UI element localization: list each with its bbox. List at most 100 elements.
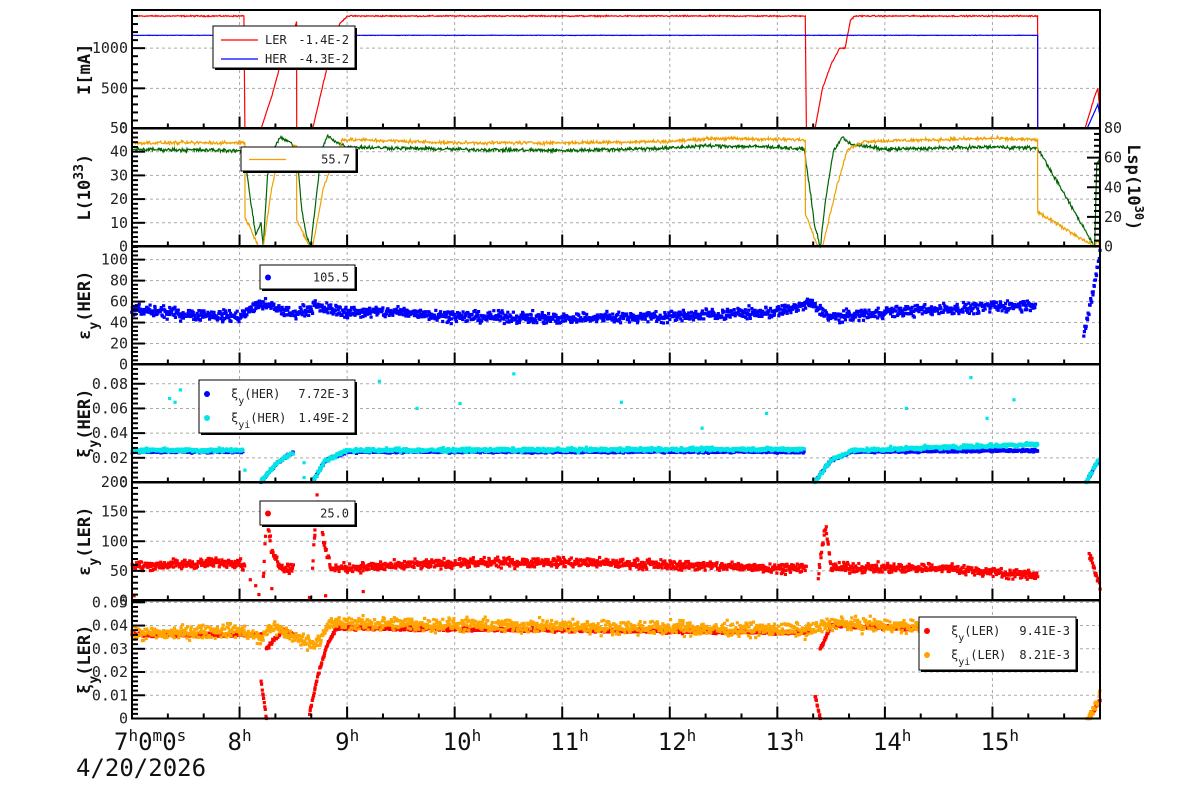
data-point [625, 312, 629, 316]
data-point [694, 309, 698, 314]
data-point [1082, 334, 1086, 338]
data-point [1090, 471, 1094, 475]
y-label-base: ε [75, 330, 95, 340]
legend-value: 105.5 [313, 271, 349, 285]
data-point [722, 310, 726, 314]
data-point [772, 312, 776, 316]
data-point [531, 309, 535, 313]
data-point [245, 313, 249, 317]
legend-dot-swatch [265, 274, 271, 281]
panel-frame [131, 127, 1101, 248]
data-point [857, 318, 861, 322]
data-point [961, 310, 965, 314]
y-axis-label: I[mA] [75, 44, 95, 95]
data-point [605, 309, 609, 313]
data-point [1094, 273, 1099, 278]
data-point [241, 448, 245, 452]
data-point [381, 306, 385, 310]
data-point [396, 305, 400, 309]
data-point [547, 311, 551, 316]
data-point [972, 312, 976, 316]
data-point [564, 318, 568, 323]
data-point [153, 306, 157, 310]
y-label-rest: ) [75, 154, 95, 164]
data-point [321, 462, 325, 466]
data-point [444, 315, 448, 319]
data-point [1036, 443, 1040, 447]
y-tick-label: 20 [110, 335, 128, 353]
data-point [646, 320, 650, 324]
data-point [191, 310, 195, 315]
data-point [294, 317, 298, 321]
y2-label-base: Lsp(10 [1123, 144, 1143, 205]
y-tick-label: 40 [110, 314, 128, 332]
y-tick-label: 10 [110, 214, 128, 232]
legend-label-base: HER [265, 52, 287, 66]
panel-0: 05001000I[mA]LER -1.4E-2HER -4.3E-2 [75, 9, 1101, 138]
data-point [311, 311, 315, 315]
data-point [291, 452, 295, 456]
data-point [287, 305, 291, 310]
data-point [1020, 310, 1024, 314]
data-point [162, 304, 166, 308]
data-point [492, 309, 496, 313]
y-axis-label: εy(HER) [75, 271, 102, 340]
data-point [477, 310, 481, 314]
data-point [1093, 278, 1098, 282]
data-point [302, 304, 306, 308]
data-point [778, 307, 782, 311]
data-point [511, 310, 515, 314]
y2-tick-label: 80 [1104, 119, 1122, 137]
data-point [747, 304, 751, 308]
data-point [668, 317, 672, 322]
data-point [743, 308, 747, 312]
data-point [912, 315, 916, 319]
legend: 55.7 [240, 146, 358, 173]
legend-value: -4.3E-2 [298, 52, 349, 66]
data-point [627, 320, 631, 324]
data-point [804, 306, 808, 310]
data-point [834, 317, 838, 321]
data-point [889, 444, 893, 448]
data-point [540, 311, 544, 315]
data-point [198, 318, 202, 322]
data-point [840, 320, 845, 324]
data-point [654, 310, 658, 314]
data-point [710, 307, 714, 311]
data-point [617, 310, 621, 314]
data-point [216, 315, 220, 320]
data-point [151, 309, 155, 313]
data-point [1033, 302, 1038, 306]
y-tick-label: 50 [110, 119, 128, 137]
data-point [424, 310, 428, 314]
data-point [838, 321, 842, 325]
data-point [137, 302, 141, 306]
data-point [307, 313, 311, 317]
data-point [681, 308, 685, 312]
data-point [702, 317, 706, 321]
data-point [1018, 304, 1022, 308]
panel-3: 00.020.040.060.08ξy(HER) ξy(HER) 7.72E-3ξy… [75, 363, 1101, 492]
data-point [179, 319, 183, 323]
data-point [976, 307, 980, 311]
data-point [930, 313, 934, 317]
data-point [1025, 308, 1029, 312]
data-point [454, 319, 458, 324]
data-point [983, 307, 987, 311]
data-point [977, 311, 981, 315]
data-point [315, 474, 319, 478]
legend-value: 55.7 [321, 153, 350, 167]
data-point [176, 308, 180, 312]
data-point [139, 312, 143, 316]
data-point [1088, 303, 1092, 307]
data-point [473, 308, 477, 313]
data-point [595, 320, 599, 324]
data-point [1091, 290, 1095, 294]
data-point [441, 446, 445, 450]
data-point [662, 321, 666, 325]
y2-tick-label: 60 [1104, 149, 1122, 167]
y-label-sup: 33 [72, 164, 87, 180]
data-point [237, 320, 241, 324]
y-label-base: I[mA] [75, 44, 95, 95]
data-point [368, 306, 372, 310]
